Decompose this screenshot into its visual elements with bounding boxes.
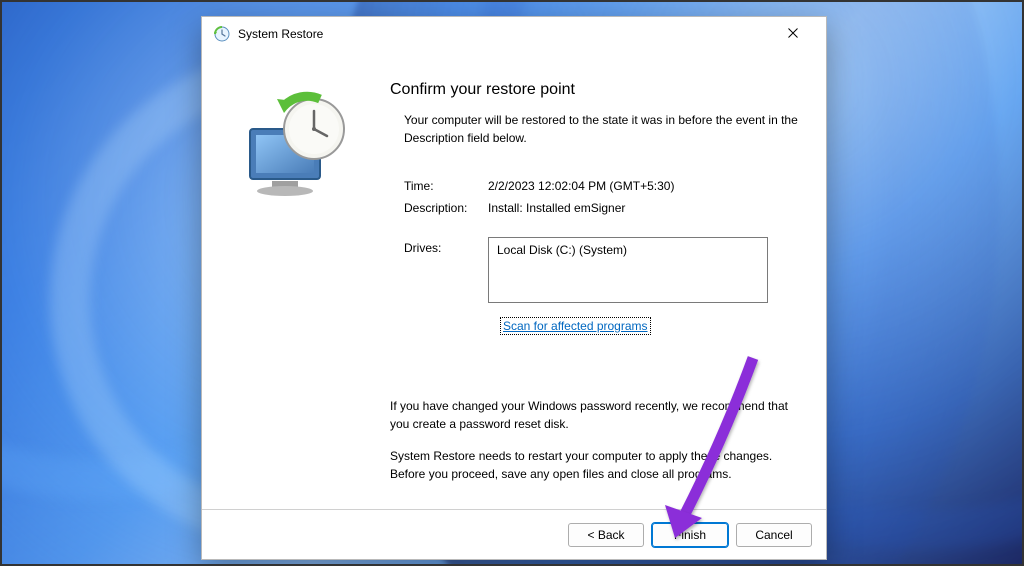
- description-value: Install: Installed emSigner: [488, 201, 625, 215]
- system-restore-large-icon: [232, 91, 352, 201]
- wizard-sidebar: [202, 51, 374, 509]
- wizard-content: Confirm your restore point Your computer…: [374, 51, 826, 509]
- back-button[interactable]: < Back: [568, 523, 644, 547]
- restart-note: System Restore needs to restart your com…: [390, 447, 798, 483]
- system-restore-dialog: System Restore: [201, 16, 827, 560]
- close-icon: [788, 28, 798, 38]
- scan-affected-programs-link[interactable]: Scan for affected programs: [502, 319, 649, 333]
- page-heading: Confirm your restore point: [390, 81, 798, 99]
- window-title: System Restore: [238, 27, 770, 41]
- finish-button[interactable]: Finish: [652, 523, 728, 547]
- close-button[interactable]: [770, 18, 816, 48]
- time-label: Time:: [404, 179, 488, 193]
- description-label: Description:: [404, 201, 488, 215]
- intro-text: Your computer will be restored to the st…: [390, 111, 798, 147]
- drives-label: Drives:: [404, 237, 488, 303]
- time-value: 2/2/2023 12:02:04 PM (GMT+5:30): [488, 179, 674, 193]
- drive-item: Local Disk (C:) (System): [497, 243, 627, 257]
- system-restore-icon: [212, 25, 230, 43]
- titlebar: System Restore: [202, 17, 826, 51]
- cancel-button[interactable]: Cancel: [736, 523, 812, 547]
- password-note: If you have changed your Windows passwor…: [390, 397, 798, 433]
- button-bar: < Back Finish Cancel: [202, 509, 826, 559]
- drives-listbox[interactable]: Local Disk (C:) (System): [488, 237, 768, 303]
